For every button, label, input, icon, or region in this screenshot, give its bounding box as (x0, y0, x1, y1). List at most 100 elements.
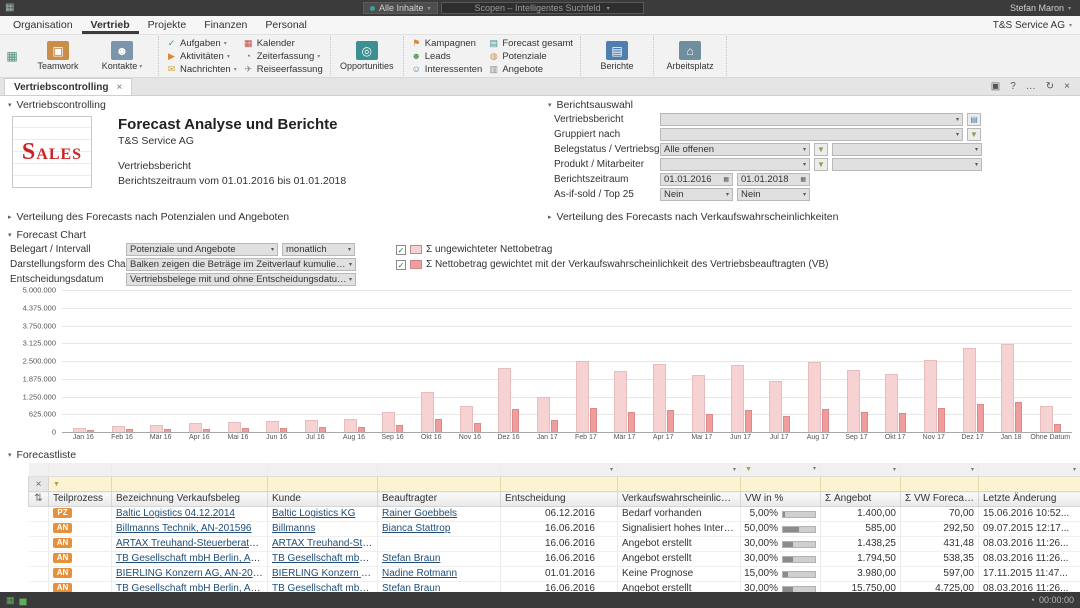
kunde-link[interactable]: Baltic Logistics KG (272, 508, 355, 519)
column-options-entscheidung[interactable]: ▾ (501, 463, 618, 477)
filter-input-bezeichnung-verkaufsbeleg[interactable] (112, 477, 268, 492)
filter-clear-cell[interactable]: × (29, 477, 49, 492)
menu-item-personal[interactable]: Personal (256, 16, 315, 34)
tab-vertriebscontrolling[interactable]: Vertriebscontrolling × (4, 78, 132, 95)
tab-close-icon[interactable]: × (116, 82, 122, 93)
column-header-beauftragter[interactable]: Beauftragter (378, 492, 501, 507)
company-selector[interactable]: T&S Service AG ▾ (993, 16, 1072, 34)
belegart-intervall-select-1[interactable]: Potenziale und Angebote▾ (126, 243, 278, 256)
belegstatus-vertriebsgebiete-filter-icon-button[interactable]: ▼ (814, 143, 828, 156)
filter-input-letzte-aenderung[interactable] (979, 477, 1080, 492)
ribbon-opportunities-button[interactable]: ◎Opportunities (338, 41, 396, 71)
ribbon-nachrichten-button[interactable]: ✉Nachrichten▾ (166, 63, 237, 75)
ribbon-teamwork-button[interactable]: ▣Teamwork (29, 41, 87, 71)
column-options-verkaufswahrscheinlichkeit-vw[interactable]: ▾ (618, 463, 741, 477)
sort-column-header[interactable]: ⇅ (29, 492, 49, 507)
column-header-angebot[interactable]: Σ Angebot (821, 492, 901, 507)
column-header-teilprozess[interactable]: Teilprozess (49, 492, 112, 507)
new-window-icon[interactable]: ▣ (991, 81, 1000, 92)
belegart-intervall-select-2[interactable]: monatlich▾ (282, 243, 355, 256)
filter-input-beauftragter[interactable] (378, 477, 501, 492)
legend-checkbox[interactable]: ✓ (396, 245, 406, 255)
beauftragter-link[interactable]: Nadine Rotmann (382, 568, 457, 579)
close-view-icon[interactable]: × (1064, 81, 1070, 92)
beauftragter-link[interactable]: Stefan Braun (382, 583, 440, 592)
column-header-bezeichnung-verkaufsbeleg[interactable]: Bezeichnung Verkaufsbeleg (112, 492, 268, 507)
beauftragter-link[interactable]: Bianca Stattrop (382, 523, 450, 534)
beauftragter-link[interactable]: Rainer Goebbels (382, 508, 457, 519)
as-if-sold-top-25-select-1[interactable]: Nein▾ (660, 188, 733, 201)
ribbon-kampagnen-button[interactable]: ⚑Kampagnen (411, 37, 483, 49)
ribbon-berichte-button[interactable]: ▤Berichte (588, 41, 646, 71)
table-row[interactable]: ANTB Gesellschaft mbH Berlin, AN-2015174… (29, 582, 1080, 593)
table-row[interactable]: ANARTAX Treuhand-Steuerberatungsgesellsc… (29, 537, 1080, 552)
verkaufsbeleg-link[interactable]: BIERLING Konzern AG, AN-2015123 (116, 568, 268, 579)
table-row[interactable]: ANBillmanns Technik, AN-201596BillmannsB… (29, 522, 1080, 537)
belegstatus-vertriebsgebiete-select-3[interactable]: ▾ (832, 143, 982, 156)
verkaufsbeleg-link[interactable]: ARTAX Treuhand-Steuerberatungsgesellscha… (116, 538, 268, 549)
apps-grid-icon[interactable]: ▦ (2, 36, 22, 76)
vertriebsbericht-report-icon-button[interactable]: ▤ (967, 113, 981, 126)
section-verteilung-verkaufswahrscheinlichkeiten[interactable]: ▸ Verteilung des Forecasts nach Verkaufs… (540, 208, 846, 225)
timer-clock-icon[interactable]: ◔ (1030, 595, 1035, 605)
ribbon-aufgaben-button[interactable]: ✓Aufgaben▾ (166, 37, 237, 49)
section-vertriebscontrolling[interactable]: ▾ Vertriebscontrolling (0, 96, 540, 113)
berichtszeitraum-date-2[interactable]: 01.01.2018▦ (737, 173, 810, 186)
filter-input-verkaufswahrscheinlichkeit-vw[interactable] (618, 477, 741, 492)
verkaufsbeleg-link[interactable]: TB Gesellschaft mbH Berlin, AN-2015174 (116, 583, 268, 592)
table-row[interactable]: ANBIERLING Konzern AG, AN-2015123BIERLIN… (29, 567, 1080, 582)
column-header-letzte-aenderung[interactable]: Letzte Änderung (979, 492, 1080, 507)
clear-filter-icon[interactable]: × (36, 479, 42, 490)
more-options-icon[interactable]: … (1026, 81, 1036, 92)
legend-checkbox[interactable]: ✓ (396, 260, 406, 270)
produkt-mitarbeiter-filter-icon-button[interactable]: ▼ (814, 158, 828, 171)
column-options-letzte-aenderung[interactable]: ▾ (979, 463, 1080, 477)
app-logo-icon[interactable]: ▦ (5, 3, 14, 13)
kunde-link[interactable]: TB Gesellschaft mbH Berlin (272, 553, 378, 564)
ribbon-aktivitaeten-button[interactable]: ▶Aktivitäten▾ (166, 50, 237, 62)
column-header-vw-forecast-1[interactable]: Σ VW Forecast 1 (901, 492, 979, 507)
gruppiert-nach-filter-icon-button[interactable]: ▼ (967, 128, 981, 141)
table-row[interactable]: ANTB Gesellschaft mbH Berlin, AN-2015102… (29, 552, 1080, 567)
gruppiert-nach-select-1[interactable]: ▾ (660, 128, 963, 141)
column-options-vw-in[interactable]: ▼▾ (741, 463, 821, 477)
refresh-icon[interactable]: ↻ (1046, 81, 1054, 92)
ribbon-potenziale-button[interactable]: ◍Potenziale (488, 50, 573, 62)
as-if-sold-top-25-select-2[interactable]: Nein▾ (737, 188, 810, 201)
column-header-entscheidung[interactable]: Entscheidung (501, 492, 618, 507)
darstellungsform-des-chart-select-1[interactable]: Balken zeigen die Beträge im Zeitverlauf… (126, 258, 356, 271)
column-options-angebot[interactable]: ▾ (821, 463, 901, 477)
produkt-mitarbeiter-select-3[interactable]: ▾ (832, 158, 982, 171)
table-row[interactable]: PZBaltic Logistics 04.12.2014Baltic Logi… (29, 507, 1080, 522)
filter-input-entscheidung[interactable] (501, 477, 618, 492)
search-input[interactable]: Scopen – Intelligentes Suchfeld ▾ (441, 2, 644, 14)
ribbon-zeiterfassung-button[interactable]: ◔Zeiterfassung▾ (243, 50, 323, 62)
status-chart-icon[interactable]: ▅ (20, 596, 27, 605)
produkt-mitarbeiter-select-1[interactable]: ▾ (660, 158, 810, 171)
kunde-link[interactable]: ARTAX Treuhand-Steuerberatu... (272, 538, 378, 549)
beauftragter-link[interactable]: Stefan Braun (382, 553, 440, 564)
kunde-link[interactable]: Billmanns (272, 523, 315, 534)
ribbon-leads-button[interactable]: ☻Leads (411, 50, 483, 62)
column-header-kunde[interactable]: Kunde (268, 492, 378, 507)
vertriebsbericht-select-1[interactable]: ▾ (660, 113, 963, 126)
filter-input-kunde[interactable] (268, 477, 378, 492)
column-options-vw-forecast-1[interactable]: ▾ (901, 463, 979, 477)
verkaufsbeleg-link[interactable]: TB Gesellschaft mbH Berlin, AN-2015102 (116, 553, 268, 564)
ribbon-interessenten-button[interactable]: ☺Interessenten (411, 63, 483, 75)
belegstatus-vertriebsgebiete-select-1[interactable]: Alle offenen▾ (660, 143, 810, 156)
filter-input-angebot[interactable] (821, 477, 901, 492)
column-header-vw-in[interactable]: VW in % (741, 492, 821, 507)
ribbon-arbeitsplatz-button[interactable]: ⌂Arbeitsplatz (661, 41, 719, 71)
menu-item-vertrieb[interactable]: Vertrieb (82, 16, 139, 34)
status-grid-icon[interactable]: ▦ (6, 596, 15, 605)
entscheidungsdatum-select-1[interactable]: Vertriebsbelege mit und ohne Entscheidun… (126, 273, 356, 286)
user-menu[interactable]: Stefan Maron ▾ (1006, 2, 1075, 14)
section-forecastliste[interactable]: ▾ Forecastliste (0, 446, 1080, 463)
filter-input-vw-in[interactable] (741, 477, 821, 492)
menu-item-projekte[interactable]: Projekte (139, 16, 196, 34)
scope-selector[interactable]: Alle Inhalte ▾ (363, 2, 438, 14)
ribbon-reiseerfassung-button[interactable]: ✈Reiseerfassung (243, 63, 323, 75)
kunde-link[interactable]: BIERLING Konzern AG (272, 568, 375, 579)
section-verteilung-potenziale[interactable]: ▸ Verteilung des Forecasts nach Potenzia… (0, 208, 540, 225)
